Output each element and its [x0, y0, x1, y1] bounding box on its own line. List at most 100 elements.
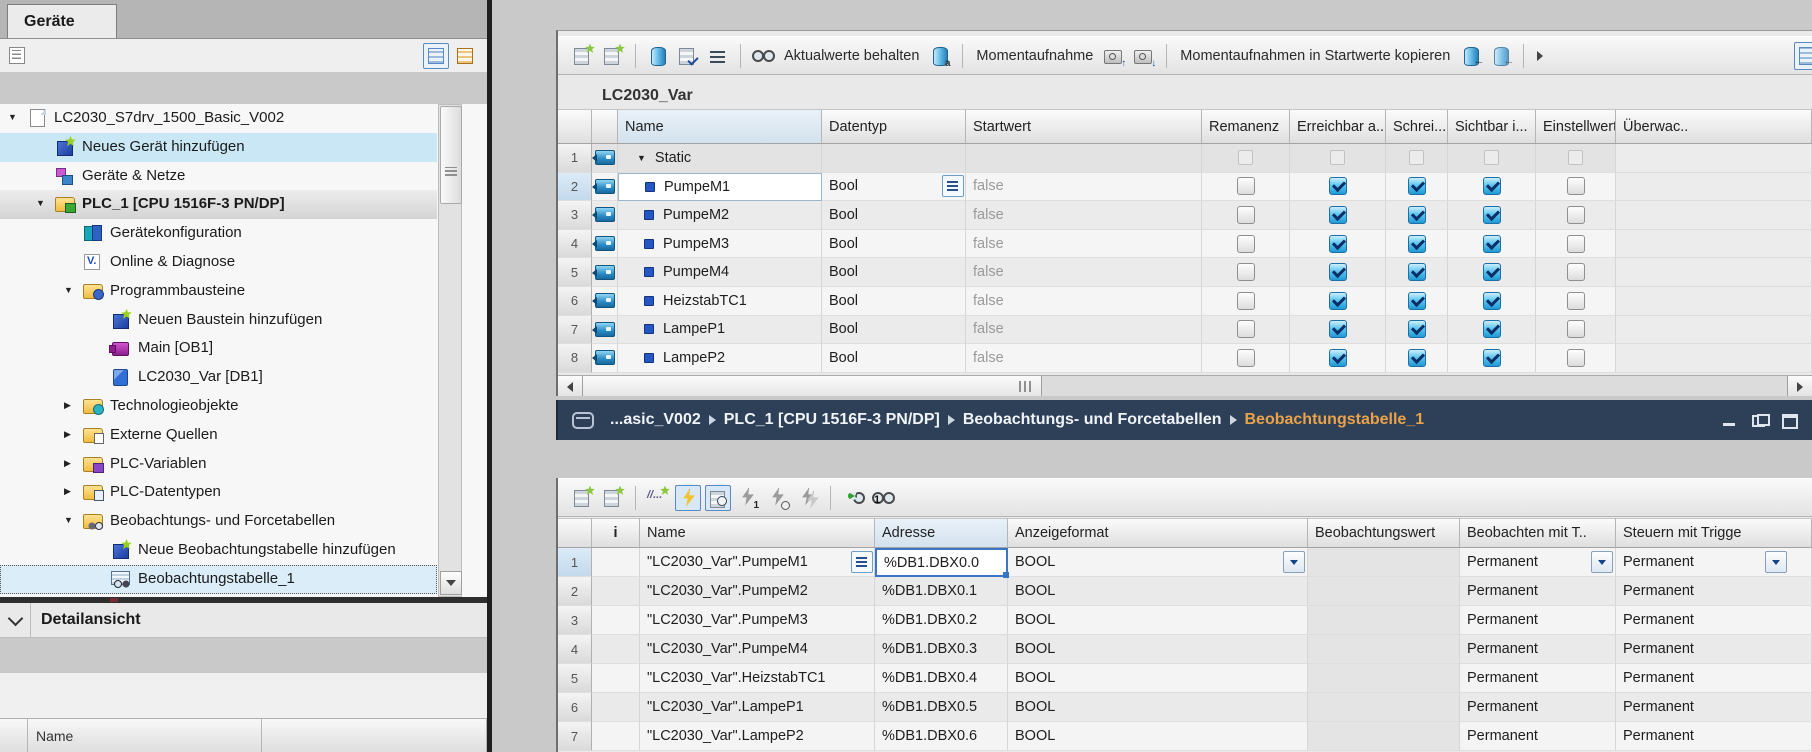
tree-view-toggle-icon[interactable] — [6, 43, 32, 69]
maximize-icon[interactable] — [1782, 414, 1798, 427]
db-cell-name[interactable]: LampeP1 — [618, 316, 822, 345]
detail-view-header[interactable]: Detailansicht — [0, 603, 487, 638]
expand-icon[interactable]: ▶ — [64, 487, 71, 496]
watch-cell-monitorwith[interactable]: Permanent — [1460, 664, 1616, 693]
tree-item-programmbausteine[interactable]: ▼Programmbausteine — [0, 277, 437, 306]
watch-cell-displayformat[interactable]: BOOL — [1008, 606, 1308, 635]
watch-cell-address[interactable]: %DB1.DBX0.4 — [875, 664, 1008, 693]
checkbox-schreibbar[interactable] — [1408, 349, 1426, 367]
copy-snapshot-to-start-icon[interactable] — [1458, 43, 1484, 69]
snapshot-download-icon[interactable]: ↓ — [1131, 43, 1157, 69]
keep-actual-values-label[interactable]: Aktualwerte behalten — [784, 48, 919, 64]
monitor-once-glasses-icon[interactable] — [870, 485, 896, 511]
detail-col-extra[interactable] — [262, 718, 487, 752]
expand-icon[interactable]: ▶ — [64, 430, 71, 439]
tree-item-technologieobjekte[interactable]: ▶Technologieobjekte — [0, 392, 437, 421]
db-cell-ueberwachung[interactable] — [1616, 201, 1812, 230]
control-with-trigger-icon[interactable] — [765, 485, 791, 511]
scroll-right-button[interactable] — [1787, 376, 1812, 396]
toolbar-overflow-icon[interactable] — [1537, 51, 1543, 61]
monitor-all-glasses-icon[interactable] — [840, 485, 866, 511]
checkbox-erreichbar[interactable] — [1329, 177, 1347, 195]
watch-cell-controlwith[interactable]: Permanent — [1616, 635, 1812, 664]
watch-cell-address[interactable]: %DB1.DBX0.1 — [875, 577, 1008, 606]
tree-scrollbar[interactable] — [438, 104, 462, 597]
watch-row-3[interactable]: 3"LC2030_Var".PumpeM3%DB1.DBX0.2BOOLPerm… — [558, 606, 1812, 635]
detail-col-name[interactable]: Name — [28, 718, 262, 752]
checkbox-erreichbar[interactable] — [1329, 263, 1347, 281]
watch-row-2[interactable]: 2"LC2030_Var".PumpeM2%DB1.DBX0.1BOOLPerm… — [558, 577, 1812, 606]
watch-cell-name[interactable]: "LC2030_Var".PumpeM3 — [640, 606, 875, 635]
db-col-datentyp[interactable]: Datentyp — [822, 109, 966, 144]
breadcrumb-item-asic-v002[interactable]: ...asic_V002 — [610, 411, 701, 429]
watch-cell-name[interactable]: "LC2030_Var".PumpeM2 — [640, 577, 875, 606]
navigation-history-icon[interactable] — [572, 412, 594, 429]
db-cell-name[interactable]: HeizstabTC1 — [618, 287, 822, 316]
tree-item-externe-quellen[interactable]: ▶Externe Quellen — [0, 421, 437, 450]
db-col-einstellwert[interactable]: Einstellwert — [1536, 109, 1616, 144]
copy-snapshots-label[interactable]: Momentaufnahmen in Startwerte kopieren — [1180, 48, 1450, 64]
breadcrumb-item-beobachtungstabelle-1[interactable]: Beobachtungstabelle_1 — [1245, 411, 1425, 429]
db-col-remanenz[interactable]: Remanenz — [1202, 109, 1290, 144]
watch-cell-controlwith[interactable]: Permanent — [1616, 606, 1812, 635]
watch-row-1[interactable]: 1"LC2030_Var".PumpeM1%DB1.DBX0.0BOOLPerm… — [558, 548, 1812, 577]
watch-cell-displayformat[interactable]: BOOL — [1008, 548, 1308, 577]
watch-cell-displayformat[interactable]: BOOL — [1008, 664, 1308, 693]
watch-row-5[interactable]: 5"LC2030_Var".HeizstabTC1%DB1.DBX0.4BOOL… — [558, 664, 1812, 693]
watch-cell-address[interactable]: %DB1.DBX0.2 — [875, 606, 1008, 635]
checkbox-erreichbar[interactable] — [1329, 206, 1347, 224]
watch-col-spacer[interactable] — [558, 518, 592, 548]
tree-item-beobachtungstabelle-1[interactable]: Beobachtungstabelle_1 — [0, 565, 437, 594]
tree-item-main-ob1[interactable]: Main [OB1] — [0, 334, 437, 363]
detail-view-collapse-button[interactable] — [0, 603, 31, 637]
checkbox-sichtbar[interactable] — [1483, 349, 1501, 367]
tree-item-lc2030-s7drv-1500-basic-v002[interactable]: ▼LC2030_S7drv_1500_Basic_V002 — [0, 104, 437, 133]
update-interface-icon[interactable] — [675, 43, 701, 69]
tree-item-plc-1-cpu-1516f-3-pn-dp[interactable]: ▼PLC_1 [CPU 1516F-3 PN/DP] — [0, 190, 437, 219]
db-cell-datatype[interactable]: Bool — [822, 316, 966, 345]
add-row-icon[interactable] — [600, 43, 626, 69]
format-dropdown-button[interactable] — [1283, 551, 1305, 573]
db-cell-startvalue[interactable]: false — [966, 344, 1202, 373]
watch-cell-name[interactable]: "LC2030_Var".PumpeM4 — [640, 635, 875, 664]
add-row-icon[interactable] — [600, 485, 626, 511]
watch-row-7[interactable]: 7"LC2030_Var".LampeP2%DB1.DBX0.6BOOLPerm… — [558, 722, 1812, 751]
db-cell-datatype[interactable]: Bool — [822, 344, 966, 373]
load-without-reinit-icon[interactable] — [927, 43, 953, 69]
checkbox-einstellwert[interactable] — [1567, 349, 1585, 367]
watch-cell-name[interactable]: "LC2030_Var".LampeP2 — [640, 722, 875, 751]
watch-cell-controlwith[interactable]: Permanent — [1616, 722, 1812, 751]
db-row-pumpem4[interactable]: 5PumpeM4Boolfalse — [558, 258, 1812, 287]
db-cell-name[interactable]: ▼Static — [618, 144, 822, 173]
checkbox-sichtbar[interactable] — [1483, 206, 1501, 224]
expand-icon[interactable]: ▶ — [64, 459, 71, 468]
watch-cell-monitorwith[interactable]: Permanent — [1460, 577, 1616, 606]
tree-item-ger-te-netze[interactable]: Geräte & Netze — [0, 162, 437, 191]
checkbox-erreichbar[interactable] — [1329, 235, 1347, 253]
watch-cell-address[interactable]: %DB1.DBX0.5 — [875, 693, 1008, 722]
db-col-erreichbar-a[interactable]: Erreichbar a.. — [1290, 109, 1386, 144]
scroll-left-button[interactable] — [558, 376, 583, 396]
watch-col-adresse[interactable]: Adresse — [875, 518, 1008, 548]
watch-col-name[interactable]: Name — [640, 518, 875, 548]
db-cell-startvalue[interactable]: false — [966, 230, 1202, 259]
watch-row-4[interactable]: 4"LC2030_Var".PumpeM4%DB1.DBX0.3BOOLPerm… — [558, 635, 1812, 664]
tab-geraete[interactable]: Geräte — [7, 4, 117, 38]
insert-row-icon[interactable] — [570, 485, 596, 511]
checkbox-erreichbar[interactable] — [1329, 292, 1347, 310]
checkbox-sichtbar[interactable] — [1483, 263, 1501, 281]
checkbox-sichtbar[interactable] — [1483, 292, 1501, 310]
monitor-all-icon[interactable] — [750, 43, 776, 69]
tree-item-lc2030-var-db1[interactable]: LC2030_Var [DB1] — [0, 363, 437, 392]
collapse-icon[interactable]: ▼ — [36, 199, 45, 208]
db-row-static[interactable]: 1▼Static — [558, 144, 1812, 173]
watch-cell-address[interactable]: %DB1.DBX0.0 — [875, 548, 1008, 577]
db-col-startwert[interactable]: Startwert — [966, 109, 1202, 144]
db-cell-name[interactable]: LampeP2 — [618, 344, 822, 373]
control-immediately-icon[interactable] — [795, 485, 821, 511]
db-col-schrei[interactable]: Schrei... — [1386, 109, 1448, 144]
db-cell-ueberwachung[interactable] — [1616, 258, 1812, 287]
db-cell-ueberwachung[interactable] — [1616, 173, 1812, 202]
checkbox-einstellwert[interactable] — [1567, 206, 1585, 224]
watch-cell-controlwith[interactable]: Permanent — [1616, 693, 1812, 722]
